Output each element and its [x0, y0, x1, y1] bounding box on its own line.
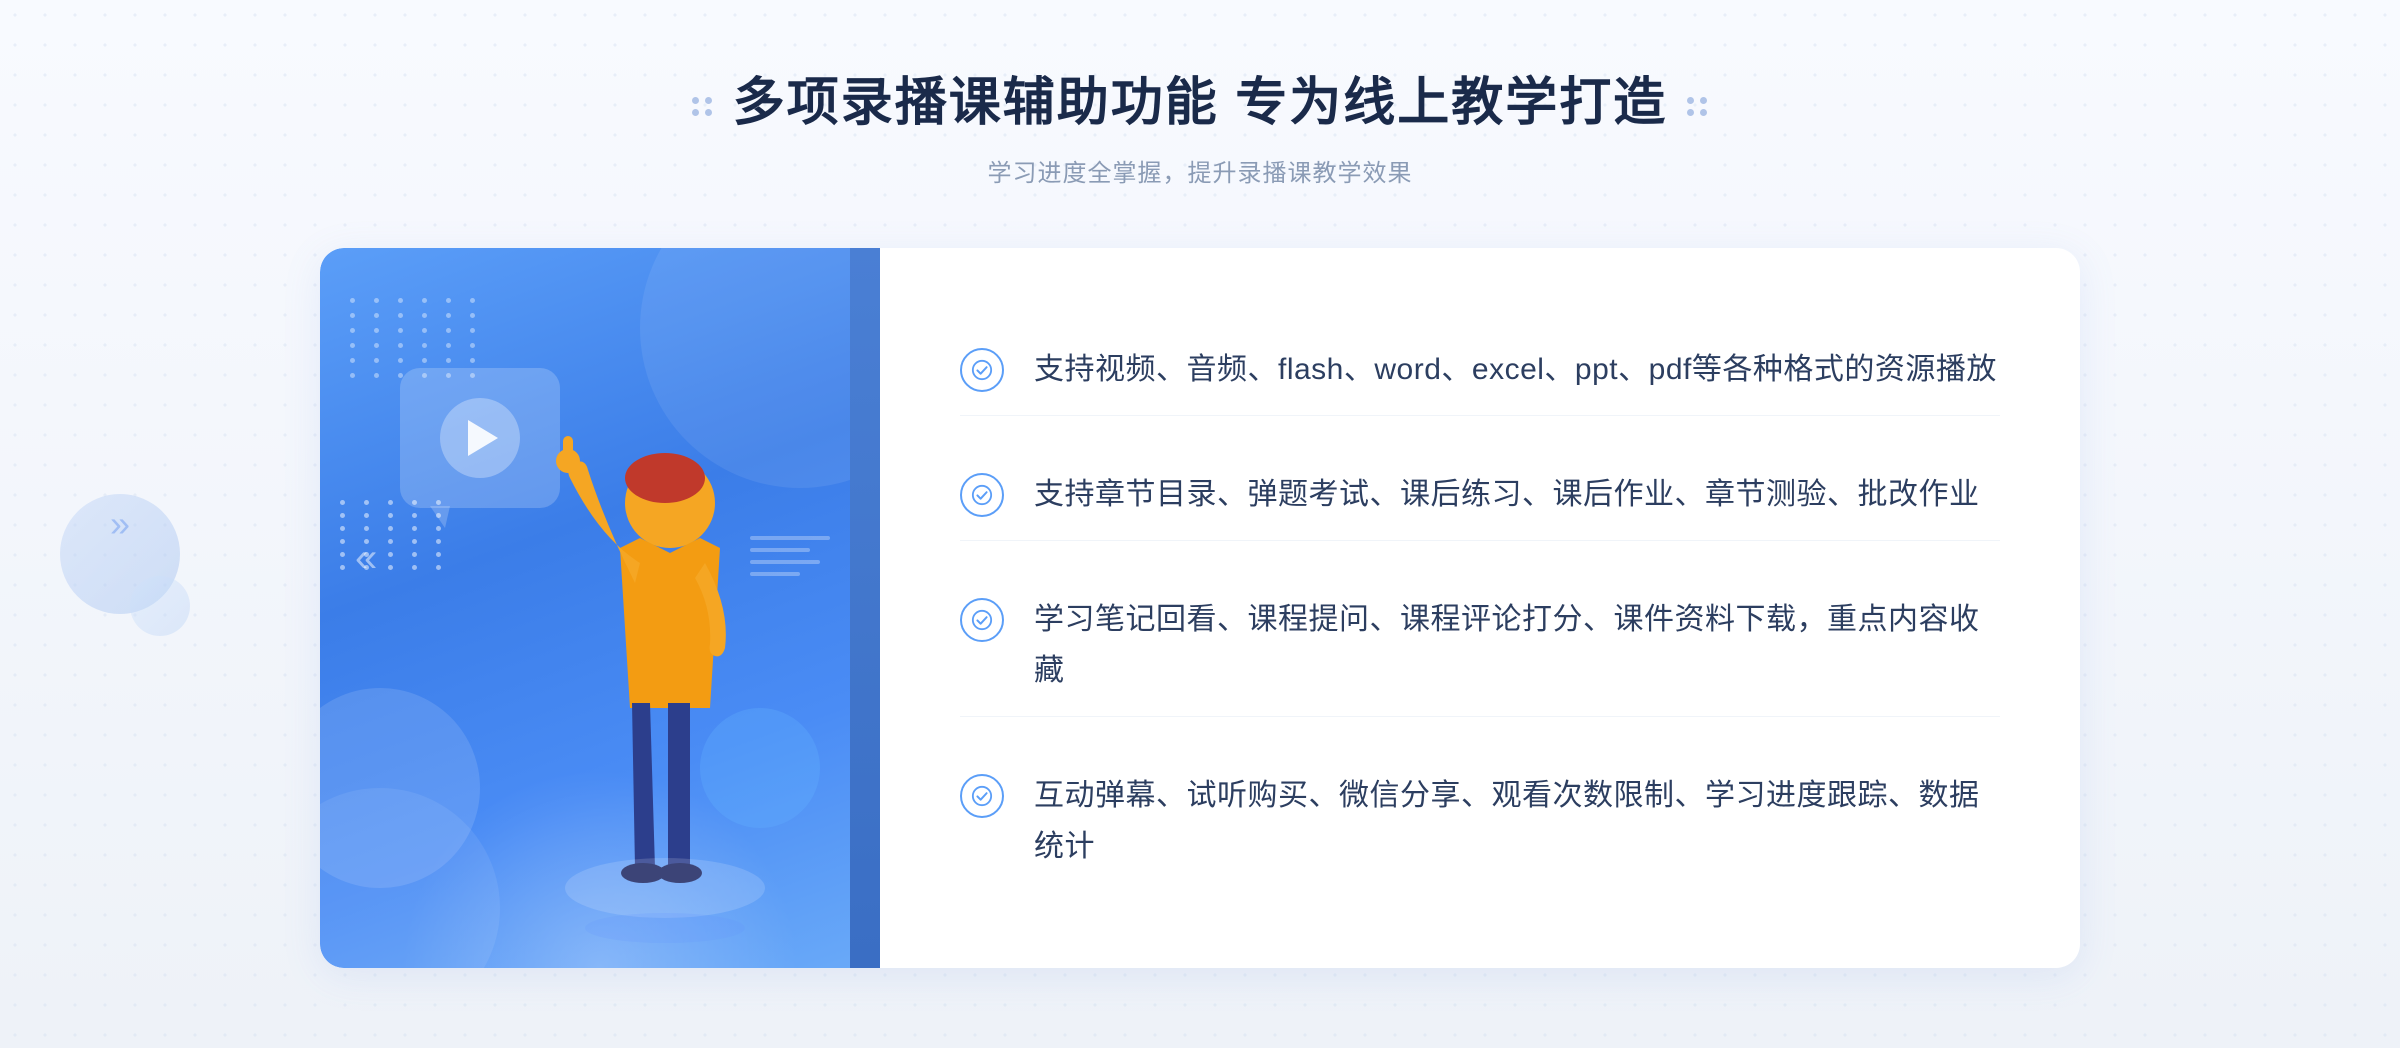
check-svg-1 [971, 359, 993, 381]
side-accent-bar [850, 248, 880, 968]
deco-circle-small [130, 576, 190, 636]
human-figure-illustration [480, 408, 780, 968]
feature-item-1: 支持视频、音频、flash、word、excel、ppt、pdf等各种格式的资源… [960, 324, 2000, 416]
deco-dot [692, 97, 699, 104]
features-area: 支持视频、音频、flash、word、excel、ppt、pdf等各种格式的资源… [880, 248, 2080, 968]
feature-text-2: 支持章节目录、弹题考试、课后练习、课后作业、章节测验、批改作业 [1034, 469, 1980, 520]
deco-dot [705, 97, 712, 104]
illus-dots-top [350, 298, 484, 378]
feature-item-4: 互动弹幕、试听购买、微信分享、观看次数限制、学习进度跟踪、数据统计 [960, 750, 2000, 892]
feature-item-2: 支持章节目录、弹题考试、课后练习、课后作业、章节测验、批改作业 [960, 449, 2000, 541]
check-svg-2 [971, 484, 993, 506]
check-icon-3 [960, 598, 1004, 642]
main-title: 多项录播课辅助功能 专为线上教学打造 [733, 60, 1667, 135]
chevrons-decoration: « [355, 536, 377, 581]
title-deco-right [1687, 97, 1708, 116]
page-container: » 多项录播课辅助功能 专为线上教学打造 学习进度全掌握，提升录播课教学效果 [0, 0, 2400, 1048]
feature-item-3: 学习笔记回看、课程提问、课程评论打分、课件资料下载，重点内容收藏 [960, 574, 2000, 717]
deco-dot [1700, 97, 1707, 104]
check-icon-2 [960, 473, 1004, 517]
feature-text-3: 学习笔记回看、课程提问、课程评论打分、课件资料下载，重点内容收藏 [1034, 594, 2000, 696]
header-section: 多项录播课辅助功能 专为线上教学打造 学习进度全掌握，提升录播课教学效果 [692, 60, 1708, 188]
title-row: 多项录播课辅助功能 专为线上教学打造 [692, 60, 1708, 153]
title-deco-left [692, 97, 713, 116]
illustration-area: « [320, 248, 880, 968]
deco-dot [1687, 109, 1694, 116]
deco-dot [692, 109, 699, 116]
check-icon-4 [960, 774, 1004, 818]
feature-text-4: 互动弹幕、试听购买、微信分享、观看次数限制、学习进度跟踪、数据统计 [1034, 770, 2000, 872]
feature-text-1: 支持视频、音频、flash、word、excel、ppt、pdf等各种格式的资源… [1034, 344, 1997, 395]
deco-dot [1687, 97, 1694, 104]
deco-dot [1700, 109, 1707, 116]
check-svg-4 [971, 785, 993, 807]
subtitle: 学习进度全掌握，提升录播课教学效果 [692, 153, 1708, 188]
deco-dot [705, 109, 712, 116]
check-icon-1 [960, 348, 1004, 392]
check-svg-3 [971, 609, 993, 631]
content-card: « [320, 248, 2080, 968]
